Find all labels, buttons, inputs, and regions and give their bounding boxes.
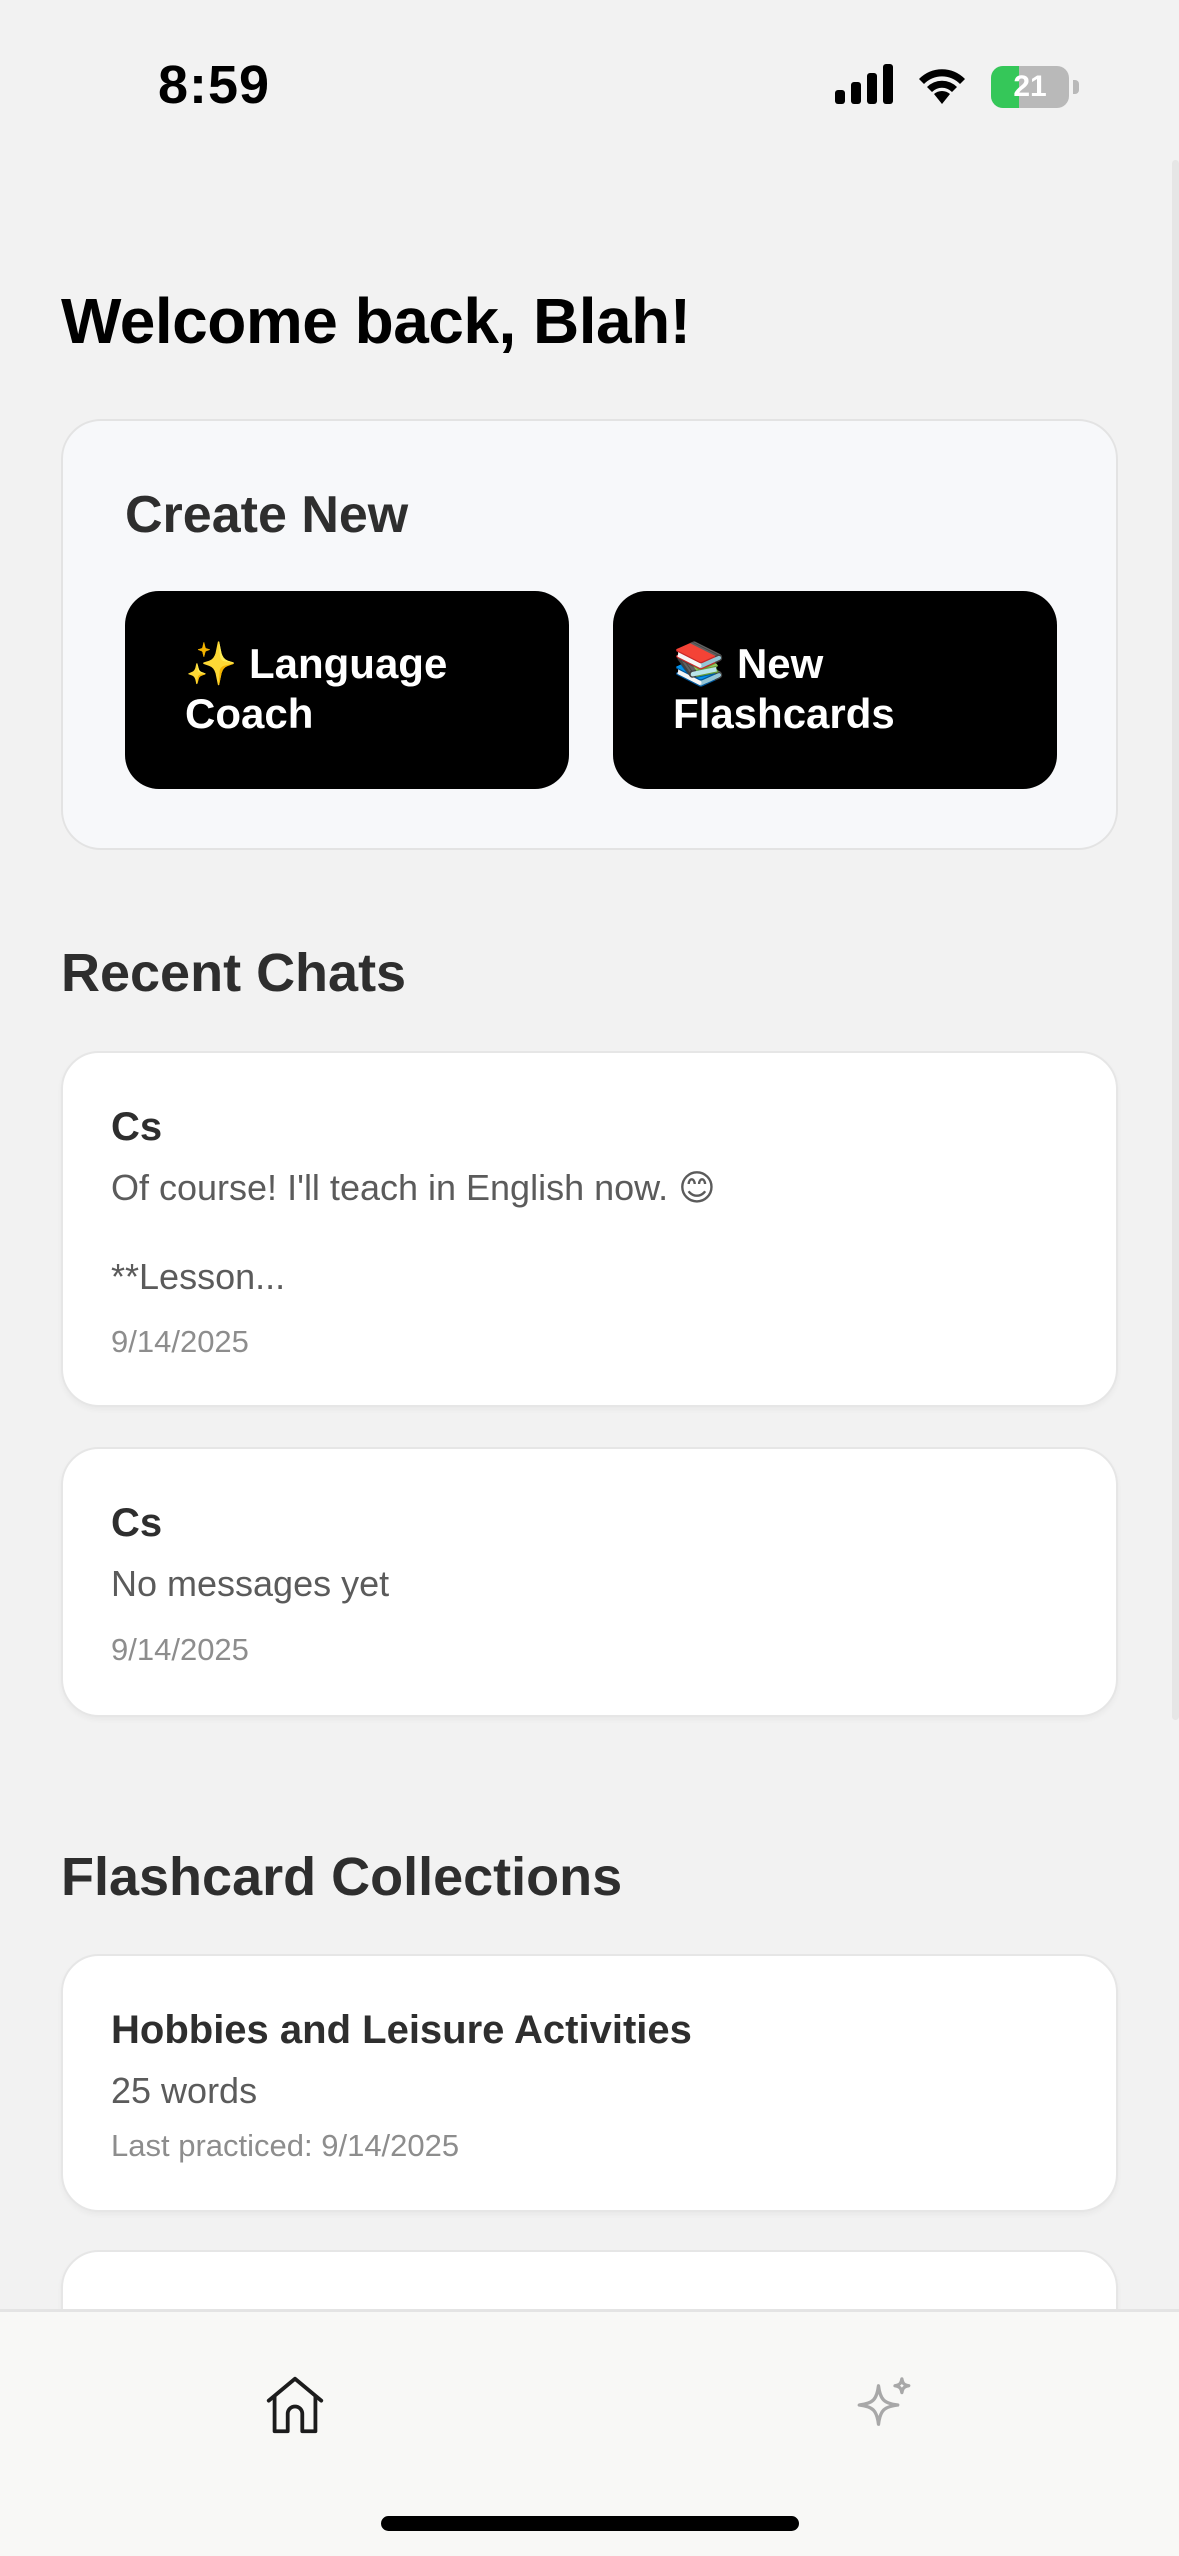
- chat-date: 9/14/2025: [111, 1324, 249, 1359]
- collection-title: Hobbies and Leisure Activities: [111, 2008, 692, 2052]
- chat-title: Cs: [111, 1501, 163, 1545]
- collection-last-practiced: Last practiced: 9/14/2025: [111, 2128, 460, 2163]
- language-coach-label-1: Language: [248, 640, 448, 687]
- status-time: 8:59: [158, 55, 271, 115]
- create-new-card: Create New ✨ Language Coach 📚 New Flashc…: [61, 419, 1118, 850]
- scroll-indicator[interactable]: [1172, 160, 1179, 1720]
- chat-preview-line: Of course! I'll teach in English now. 😊: [111, 1167, 716, 1208]
- tab-home[interactable]: [235, 2352, 355, 2462]
- chat-preview-line: **Lesson...: [111, 1256, 286, 1297]
- new-flashcards-label-2: Flashcards: [673, 690, 895, 737]
- new-flashcards-button[interactable]: 📚 New Flashcards: [613, 591, 1057, 789]
- battery-level: 21: [1013, 69, 1047, 103]
- home-icon: [260, 2370, 330, 2445]
- chat-card[interactable]: Cs No messages yet 9/14/2025: [61, 1447, 1118, 1717]
- chat-date: 9/14/2025: [111, 1632, 249, 1667]
- chat-preview-line: No messages yet: [111, 1563, 390, 1604]
- battery-charging-icon: 21: [991, 65, 1069, 108]
- status-icons: 21: [835, 64, 1079, 109]
- battery-cap: [1073, 79, 1079, 94]
- tab-language-coach[interactable]: [824, 2352, 944, 2462]
- language-coach-button[interactable]: ✨ Language Coach: [125, 591, 569, 789]
- flashcard-collection-card[interactable]: Hobbies and Leisure Activities 25 words …: [61, 1954, 1118, 2212]
- create-new-title: Create New: [125, 486, 409, 544]
- collection-word-count: 25 words: [111, 2070, 258, 2111]
- books-icon: 📚: [673, 640, 726, 687]
- cellular-signal-icon: [835, 64, 893, 109]
- new-flashcards-label-1: New: [736, 640, 824, 687]
- status-bar: 8:59 21: [0, 0, 1179, 160]
- recent-chats-title: Recent Chats: [61, 943, 407, 1003]
- wifi-icon: [915, 64, 969, 109]
- sparkles-icon: ✨: [185, 640, 238, 687]
- home-screen: 8:59 21 Welcome back, Blah! Create New ✨…: [0, 0, 1179, 2556]
- flashcard-collections-title: Flashcard Collections: [61, 1847, 623, 1907]
- language-coach-label-2: Coach: [185, 690, 314, 737]
- sparkle-icon: [851, 2372, 917, 2443]
- home-indicator[interactable]: [381, 2516, 799, 2531]
- chat-card[interactable]: Cs Of course! I'll teach in English now.…: [61, 1051, 1118, 1407]
- page-title: Welcome back, Blah!: [61, 285, 691, 357]
- chat-title: Cs: [111, 1105, 163, 1149]
